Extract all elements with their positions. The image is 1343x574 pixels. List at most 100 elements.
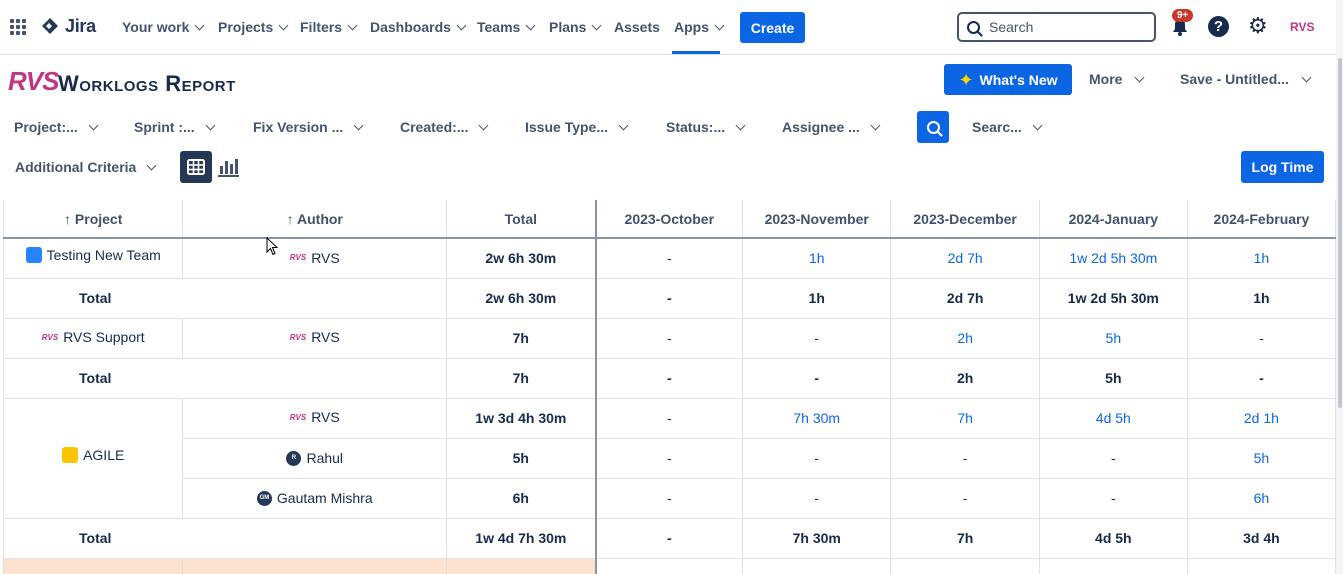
group-month-total: -: [595, 517, 744, 559]
filter-label: Sprint :...: [134, 119, 195, 135]
project-cell[interactable]: Testing New Team: [3, 237, 184, 279]
month-value-link[interactable]: 1h: [1186, 237, 1336, 279]
filter-status[interactable]: Status:...: [666, 119, 746, 135]
month-value-link[interactable]: 1w 2d 5h 30m: [1038, 237, 1188, 279]
filter-project[interactable]: Project:...: [14, 119, 99, 135]
chart-view-icon[interactable]: [216, 156, 240, 178]
grand-total-row-partial: [3, 557, 1336, 574]
mouse-cursor-icon: [266, 237, 278, 256]
chevron-down-icon: [1135, 72, 1145, 82]
column-header-month[interactable]: 2024-February: [1186, 200, 1336, 239]
table-view-toggle[interactable]: [180, 151, 212, 183]
nav-assets[interactable]: Assets: [614, 19, 660, 35]
group-month-total: 5h: [1038, 357, 1188, 399]
column-header-total[interactable]: Total: [446, 200, 597, 239]
filter-created[interactable]: Created:...: [400, 119, 489, 135]
help-icon[interactable]: ?: [1208, 16, 1229, 37]
search-input[interactable]: [989, 19, 1139, 35]
nav-your-work[interactable]: Your work: [122, 19, 205, 35]
app-switcher-icon[interactable]: [10, 19, 26, 35]
filter-label: Issue Type...: [525, 119, 608, 135]
filter-assignee[interactable]: Assignee ...: [782, 119, 881, 135]
month-value-link[interactable]: 7h 30m: [742, 397, 892, 439]
table-row: GM Gautam Mishra 6h - - - - 6h: [4, 477, 1336, 519]
group-total-label: Total: [3, 517, 448, 559]
month-value-link[interactable]: 6h: [1186, 477, 1336, 519]
month-value: -: [1186, 317, 1336, 359]
group-month-total: 2d 7h: [890, 277, 1040, 319]
author-cell: GM Gautam Mishra: [182, 477, 448, 519]
agile-icon: [62, 446, 79, 463]
nav-apps[interactable]: Apps: [674, 19, 725, 35]
project-name: RVS Support: [63, 329, 145, 346]
filter-issue-type[interactable]: Issue Type...: [525, 119, 629, 135]
additional-criteria-dropdown[interactable]: Additional Criteria: [15, 159, 157, 175]
chevron-down-icon: [88, 120, 99, 130]
author-cell: RVS RVS: [182, 237, 448, 279]
month-value-link[interactable]: 2d 1h: [1186, 397, 1336, 439]
apply-search-button[interactable]: [917, 111, 949, 143]
table-header-row: ↑ Project ↑ Author Total 2023-October 20…: [3, 200, 1336, 239]
month-value-link[interactable]: 2h: [890, 317, 1040, 359]
project-cell[interactable]: AGILE: [3, 397, 184, 519]
nav-projects[interactable]: Projects: [218, 19, 289, 35]
settings-gear-icon[interactable]: ⚙: [1248, 15, 1268, 37]
month-value: -: [890, 437, 1040, 479]
filter-sprint[interactable]: Sprint :...: [134, 119, 216, 135]
author-name: RVS: [311, 249, 340, 266]
project-cell[interactable]: RVS RVS Support: [3, 317, 184, 359]
group-total-label: Total: [3, 277, 448, 319]
jira-logo[interactable]: Jira: [40, 16, 96, 37]
nav-plans[interactable]: Plans: [549, 19, 602, 35]
filter-fix-version[interactable]: Fix Version ...: [253, 119, 364, 135]
month-value-link[interactable]: 5h: [1186, 437, 1336, 479]
save-label: Save - Untitled...: [1180, 71, 1289, 87]
group-total-label: Total: [3, 357, 448, 399]
nav-dashboards[interactable]: Dashboards: [370, 19, 467, 35]
whats-new-button[interactable]: ✦ What's New: [944, 64, 1072, 95]
month-value-link[interactable]: 2d 7h: [890, 237, 1040, 279]
column-header-month[interactable]: 2023-November: [742, 200, 892, 239]
chevron-down-icon: [353, 120, 364, 130]
column-header-month[interactable]: 2024-January: [1038, 200, 1188, 239]
month-value-link[interactable]: 4d 5h: [1038, 397, 1188, 439]
create-button[interactable]: Create: [740, 12, 805, 43]
scrollbar-thumb[interactable]: [1338, 58, 1342, 408]
column-header-project[interactable]: ↑ Project: [3, 200, 184, 239]
group-month-total: -: [595, 277, 744, 319]
group-month-total: -: [595, 357, 744, 399]
chevron-down-icon: [347, 20, 358, 30]
chevron-down-icon: [205, 120, 216, 130]
notification-badge: 9+: [1172, 9, 1194, 22]
nav-teams[interactable]: Teams: [477, 19, 536, 35]
chevron-down-icon: [479, 120, 489, 130]
author-name: RVS: [311, 329, 340, 346]
group-month-total: -: [742, 357, 892, 399]
filter-label: Searc...: [972, 119, 1022, 135]
jira-mark-icon: [42, 17, 58, 34]
filter-search[interactable]: Searc...: [972, 119, 1043, 135]
column-header-month[interactable]: 2023-December: [890, 200, 1040, 239]
group-month-total: 7h: [890, 517, 1040, 559]
month-value-link[interactable]: 7h: [890, 397, 1040, 439]
filter-label: Created:...: [400, 119, 469, 135]
partial-cell: [742, 557, 892, 574]
save-dropdown[interactable]: Save - Untitled...: [1180, 71, 1312, 87]
more-dropdown[interactable]: More: [1089, 71, 1145, 87]
profile-avatar[interactable]: RVS: [1290, 20, 1314, 34]
month-value: -: [890, 477, 1040, 519]
nav-filters[interactable]: Filters: [300, 19, 358, 35]
log-time-button[interactable]: Log Time: [1241, 151, 1324, 183]
nav-label: Your work: [122, 19, 190, 35]
column-header-month[interactable]: 2023-October: [595, 200, 744, 239]
column-header-author[interactable]: ↑ Author: [182, 200, 448, 239]
table-row: Testing New Team RVS RVS 2w 6h 30m - 1h 2…: [3, 237, 1336, 279]
month-value-link[interactable]: 1h: [742, 237, 892, 279]
rvs-logo: RVS: [289, 412, 307, 422]
row-total: 2w 6h 30m: [446, 237, 597, 279]
month-value-link[interactable]: 5h: [1038, 317, 1188, 359]
global-search[interactable]: [957, 12, 1156, 42]
chevron-down-icon: [456, 20, 467, 30]
worklog-grid: ↑ Project ↑ Author Total 2023-October 20…: [3, 200, 1336, 574]
jira-wordmark: Jira: [65, 16, 96, 36]
